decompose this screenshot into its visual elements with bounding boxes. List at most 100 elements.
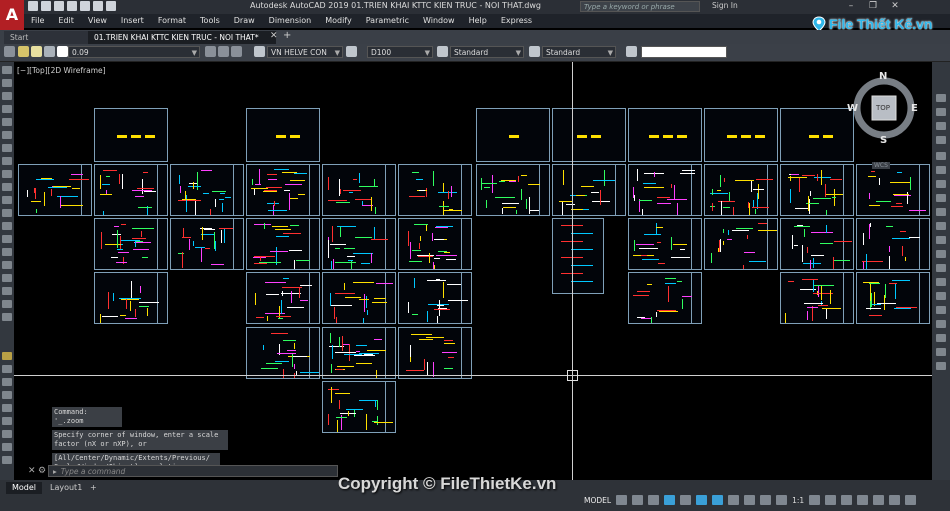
restore-button[interactable]: ❐	[862, 0, 884, 13]
annotation-visibility-icon[interactable]	[760, 495, 772, 505]
cover-sheet[interactable]	[552, 108, 626, 162]
modify-icon[interactable]	[936, 306, 946, 314]
print-icon[interactable]	[80, 1, 90, 11]
viewport-controls[interactable]: [−][Top][2D Wireframe]	[17, 66, 106, 75]
annotation-scale[interactable]: 1:1	[792, 496, 804, 505]
layer-on-icon[interactable]	[18, 46, 29, 57]
redo-icon[interactable]	[106, 1, 116, 11]
autocad-logo-icon[interactable]: A	[0, 0, 24, 30]
cover-sheet[interactable]	[476, 108, 550, 162]
drawing-sheet[interactable]	[94, 164, 168, 216]
compass-north[interactable]: N	[879, 71, 887, 82]
mtext-icon[interactable]	[2, 300, 12, 308]
gradient-icon[interactable]	[2, 261, 12, 269]
cover-sheet[interactable]	[704, 108, 778, 162]
drawing-sheet[interactable]	[322, 327, 396, 379]
drawing-sheet[interactable]	[322, 218, 396, 270]
erase-icon[interactable]	[2, 365, 12, 373]
array-icon[interactable]	[2, 417, 12, 425]
drawing-sheet[interactable]	[246, 272, 320, 324]
drawing-sheet[interactable]	[780, 272, 854, 324]
compass-south[interactable]: S	[880, 135, 887, 146]
modify-icon[interactable]	[936, 278, 946, 286]
menu-modify[interactable]: Modify	[318, 14, 359, 28]
cover-sheet[interactable]	[628, 108, 702, 162]
tab-layout1[interactable]: Layout1	[44, 482, 88, 494]
ortho-icon[interactable]	[648, 495, 660, 505]
quick-properties-icon[interactable]	[857, 495, 869, 505]
menu-file[interactable]: File	[24, 14, 51, 28]
menu-edit[interactable]: Edit	[51, 14, 81, 28]
menu-help[interactable]: Help	[462, 14, 494, 28]
region-icon[interactable]	[2, 274, 12, 282]
layer-properties-icon[interactable]	[4, 46, 15, 57]
drawing-sheet[interactable]	[628, 218, 702, 270]
layer-tool-icon[interactable]	[218, 46, 229, 57]
modify-icon[interactable]	[936, 180, 946, 188]
layer-lock-icon[interactable]	[44, 46, 55, 57]
menu-view[interactable]: View	[81, 14, 114, 28]
offset-icon[interactable]	[2, 404, 12, 412]
drawing-sheet[interactable]	[398, 327, 472, 379]
menu-format[interactable]: Format	[151, 14, 193, 28]
drawing-sheet[interactable]	[552, 218, 604, 294]
insert-block-icon[interactable]	[2, 209, 12, 217]
multileader-style-icon[interactable]	[529, 46, 540, 57]
modify-icon[interactable]	[936, 194, 946, 202]
drawing-sheet[interactable]	[170, 164, 244, 216]
snap-icon[interactable]	[632, 495, 644, 505]
transparency-icon[interactable]	[744, 495, 756, 505]
table-style-icon[interactable]	[437, 46, 448, 57]
add-layout-button[interactable]: +	[84, 482, 103, 494]
drawing-sheet[interactable]	[322, 164, 396, 216]
open-icon[interactable]	[41, 1, 51, 11]
menu-dimension[interactable]: Dimension	[262, 14, 319, 28]
multileader-style-dropdown[interactable]: Standard ▼	[542, 46, 616, 58]
save-as-icon[interactable]	[67, 1, 77, 11]
model-space-button[interactable]: MODEL	[584, 496, 611, 505]
drawing-sheet[interactable]	[398, 218, 472, 270]
isolate-objects-icon[interactable]	[873, 495, 885, 505]
modify-icon[interactable]	[936, 208, 946, 216]
annotation-monitor-icon[interactable]	[825, 495, 837, 505]
modify-icon[interactable]	[936, 292, 946, 300]
new-icon[interactable]	[28, 1, 38, 11]
point-icon[interactable]	[2, 235, 12, 243]
layer-color-icon[interactable]	[57, 46, 68, 57]
cover-sheet[interactable]	[780, 108, 854, 162]
viewcube-face-top[interactable]: TOP	[876, 104, 890, 112]
lineweight-icon[interactable]	[728, 495, 740, 505]
wrench-icon[interactable]: ⚙	[38, 466, 46, 476]
modify-icon[interactable]	[936, 264, 946, 272]
tab-model[interactable]: Model	[6, 482, 43, 494]
drawing-sheet[interactable]	[18, 164, 92, 216]
close-tab-icon[interactable]: ✕	[270, 31, 278, 41]
drawing-sheet[interactable]	[476, 164, 550, 216]
text-style-dropdown[interactable]: VN HELVE CON ▼	[267, 46, 343, 58]
dim-style-icon[interactable]	[346, 46, 357, 57]
rectangle-icon[interactable]	[2, 118, 12, 126]
object-snap-tracking-icon[interactable]	[696, 495, 708, 505]
drawing-sheet[interactable]	[704, 164, 778, 216]
modify-icon[interactable]	[936, 236, 946, 244]
drawing-sheet[interactable]	[856, 164, 930, 216]
spline-icon[interactable]	[2, 170, 12, 178]
compass-east[interactable]: E	[911, 103, 918, 114]
text-style-icon[interactable]	[254, 46, 265, 57]
ellipse-icon[interactable]	[2, 183, 12, 191]
layer-tool-icon[interactable]	[205, 46, 216, 57]
construction-line-icon[interactable]	[2, 79, 12, 87]
modify-icon[interactable]	[936, 320, 946, 328]
drawing-sheet[interactable]	[780, 218, 854, 270]
search-input[interactable]: Type a keyword or phrase	[580, 1, 700, 12]
modify-icon[interactable]	[936, 122, 946, 130]
modify-icon[interactable]	[936, 250, 946, 258]
revcloud-icon[interactable]	[2, 157, 12, 165]
modify-icon[interactable]	[936, 108, 946, 116]
make-block-icon[interactable]	[2, 222, 12, 230]
polyline-icon[interactable]	[2, 92, 12, 100]
move-icon[interactable]	[2, 430, 12, 438]
save-icon[interactable]	[54, 1, 64, 11]
undo-icon[interactable]	[93, 1, 103, 11]
table-icon[interactable]	[2, 287, 12, 295]
